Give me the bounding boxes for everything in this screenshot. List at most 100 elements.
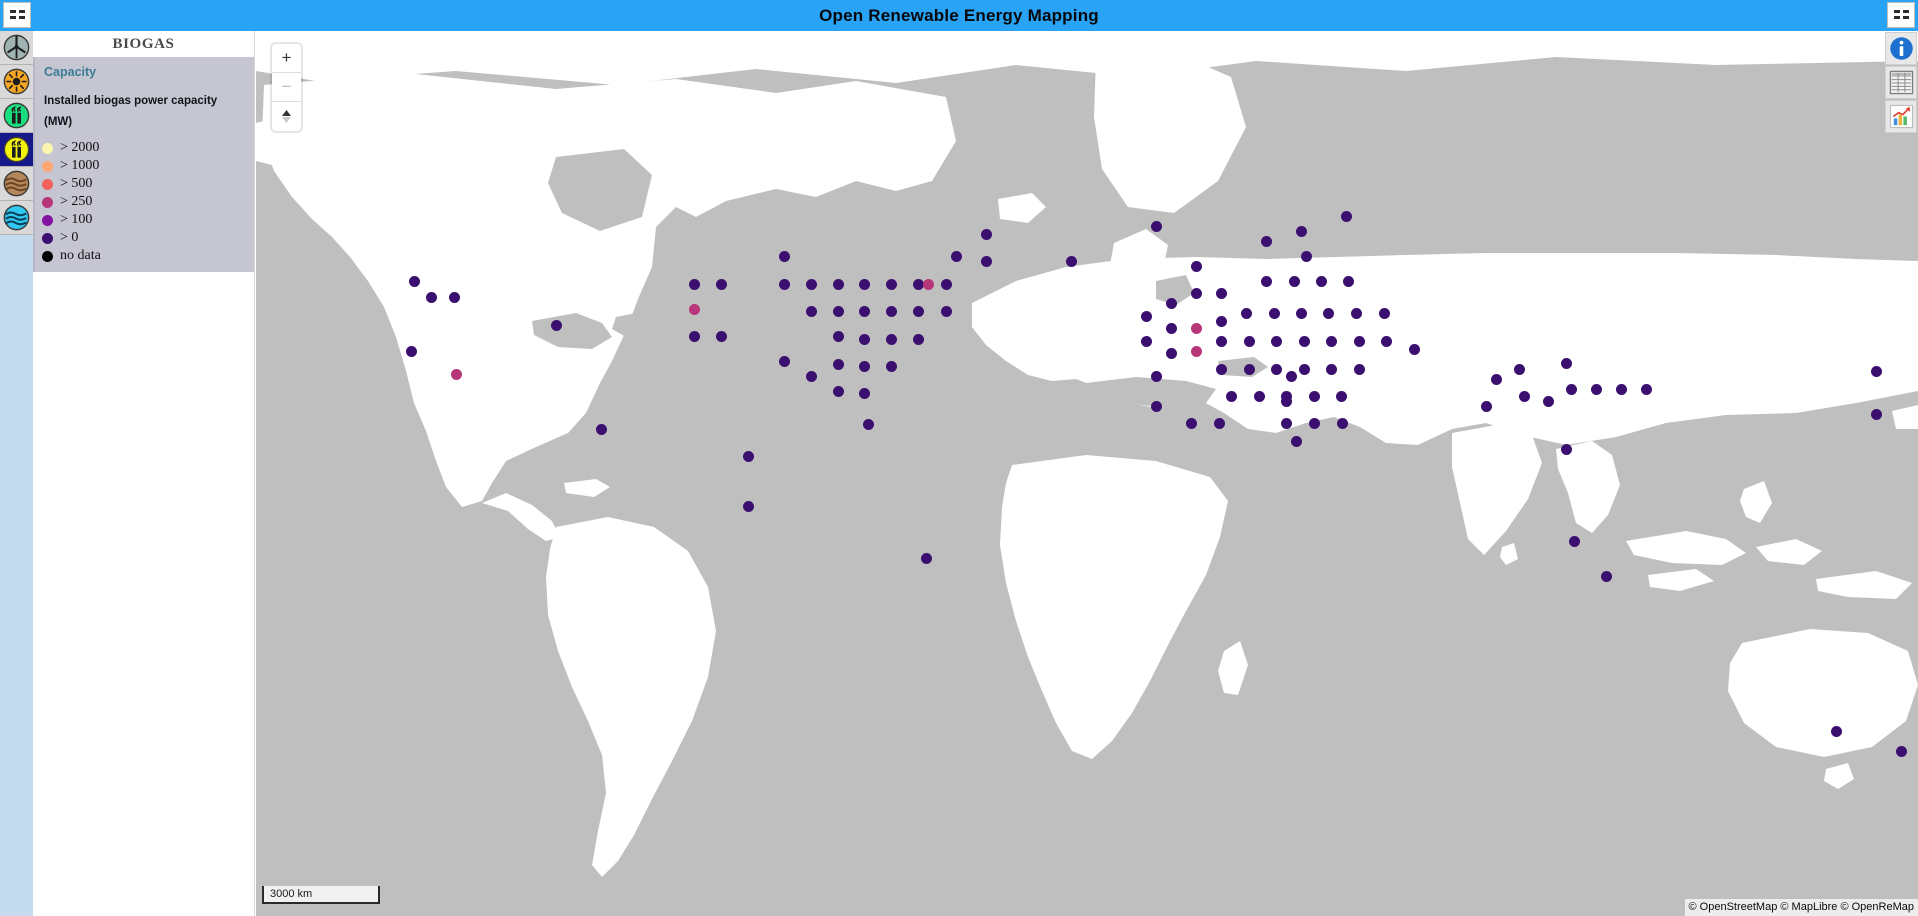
legend-item[interactable]: > 500 <box>42 175 254 193</box>
map-marker[interactable] <box>405 345 417 357</box>
legend-item[interactable]: no data <box>42 247 254 265</box>
legend-item[interactable]: > 2000 <box>42 139 254 157</box>
map-marker[interactable] <box>1325 335 1337 347</box>
energy-type-geothermal[interactable] <box>0 167 33 201</box>
map-marker[interactable] <box>805 278 817 290</box>
map-marker[interactable] <box>1353 335 1365 347</box>
map-marker[interactable] <box>1253 390 1265 402</box>
map-marker[interactable] <box>858 333 870 345</box>
map-marker[interactable] <box>912 305 924 317</box>
map-marker[interactable] <box>1165 322 1177 334</box>
map-marker[interactable] <box>778 250 790 262</box>
map-marker[interactable] <box>778 355 790 367</box>
map-marker[interactable] <box>1308 417 1320 429</box>
map-marker[interactable] <box>832 278 844 290</box>
map-marker[interactable] <box>1298 363 1310 375</box>
zoom-out-button[interactable]: − <box>272 73 301 102</box>
map-marker[interactable] <box>1215 363 1227 375</box>
map-marker[interactable] <box>1325 363 1337 375</box>
map-marker[interactable] <box>832 358 844 370</box>
map-marker[interactable] <box>858 387 870 399</box>
map-marker[interactable] <box>1353 363 1365 375</box>
map-marker[interactable] <box>1225 390 1237 402</box>
map-marker[interactable] <box>1295 307 1307 319</box>
map-marker[interactable] <box>1342 275 1354 287</box>
map-marker[interactable] <box>1378 307 1390 319</box>
map-canvas[interactable]: + − 3000 km © OpenStreetMap © MapLibre ©… <box>256 31 1918 916</box>
map-marker[interactable] <box>1308 390 1320 402</box>
map-marker[interactable] <box>1213 417 1225 429</box>
map-marker[interactable] <box>715 330 727 342</box>
map-marker[interactable] <box>1268 307 1280 319</box>
map-marker[interactable] <box>1165 347 1177 359</box>
map-marker[interactable] <box>1190 287 1202 299</box>
map-marker[interactable] <box>448 291 460 303</box>
map-marker[interactable] <box>1240 307 1252 319</box>
map-marker[interactable] <box>1513 363 1525 375</box>
map-marker[interactable] <box>1288 275 1300 287</box>
info-button[interactable] <box>1885 32 1917 65</box>
map-marker[interactable] <box>1190 345 1202 357</box>
map-marker[interactable] <box>1140 335 1152 347</box>
map-marker[interactable] <box>832 305 844 317</box>
map-marker[interactable] <box>922 278 934 290</box>
map-marker[interactable] <box>1185 417 1197 429</box>
map-marker[interactable] <box>1350 307 1362 319</box>
map-marker[interactable] <box>1336 417 1348 429</box>
map-marker[interactable] <box>1640 383 1652 395</box>
map-marker[interactable] <box>742 450 754 462</box>
map-marker[interactable] <box>858 360 870 372</box>
map-marker[interactable] <box>980 255 992 267</box>
map-marker[interactable] <box>1270 363 1282 375</box>
legend-item[interactable]: > 0 <box>42 229 254 247</box>
compass-reset-north-button[interactable] <box>272 102 301 131</box>
map-marker[interactable] <box>1315 275 1327 287</box>
energy-type-biogas[interactable] <box>0 133 33 167</box>
map-marker[interactable] <box>1340 210 1352 222</box>
map-marker[interactable] <box>450 368 462 380</box>
map-marker[interactable] <box>1408 343 1420 355</box>
map-marker[interactable] <box>1065 255 1077 267</box>
map-marker[interactable] <box>1190 260 1202 272</box>
energy-type-hydro[interactable] <box>0 201 33 235</box>
map-marker[interactable] <box>912 278 924 290</box>
map-marker[interactable] <box>742 500 754 512</box>
energy-type-biomass[interactable] <box>0 99 33 133</box>
map-marker[interactable] <box>1870 408 1882 420</box>
map-marker[interactable] <box>1150 400 1162 412</box>
map-marker[interactable] <box>1260 275 1272 287</box>
map-marker[interactable] <box>1215 335 1227 347</box>
map-marker[interactable] <box>1380 335 1392 347</box>
map-marker[interactable] <box>885 333 897 345</box>
map-marker[interactable] <box>1215 287 1227 299</box>
map-marker[interactable] <box>1560 443 1572 455</box>
map-marker[interactable] <box>912 333 924 345</box>
map-marker[interactable] <box>1895 745 1907 757</box>
map-marker[interactable] <box>858 305 870 317</box>
map-marker[interactable] <box>1615 383 1627 395</box>
map-marker[interactable] <box>805 305 817 317</box>
map-marker[interactable] <box>940 305 952 317</box>
main-menu-button[interactable] <box>3 2 31 28</box>
map-marker[interactable] <box>1150 370 1162 382</box>
data-table-button[interactable] <box>1885 66 1917 99</box>
map-marker[interactable] <box>1190 322 1202 334</box>
map-marker[interactable] <box>858 278 870 290</box>
map-marker[interactable] <box>408 275 420 287</box>
map-marker[interactable] <box>950 250 962 262</box>
map-marker[interactable] <box>1140 310 1152 322</box>
map-marker[interactable] <box>1518 390 1530 402</box>
map-marker[interactable] <box>1322 307 1334 319</box>
map-marker[interactable] <box>1565 383 1577 395</box>
map-marker[interactable] <box>1300 250 1312 262</box>
map-marker[interactable] <box>715 278 727 290</box>
energy-type-solar[interactable] <box>0 65 33 99</box>
map-marker[interactable] <box>1280 417 1292 429</box>
map-marker[interactable] <box>778 278 790 290</box>
map-marker[interactable] <box>1335 390 1347 402</box>
map-marker[interactable] <box>1490 373 1502 385</box>
map-marker[interactable] <box>832 385 844 397</box>
legend-item[interactable]: > 1000 <box>42 157 254 175</box>
map-marker[interactable] <box>832 330 844 342</box>
map-marker[interactable] <box>1568 535 1580 547</box>
